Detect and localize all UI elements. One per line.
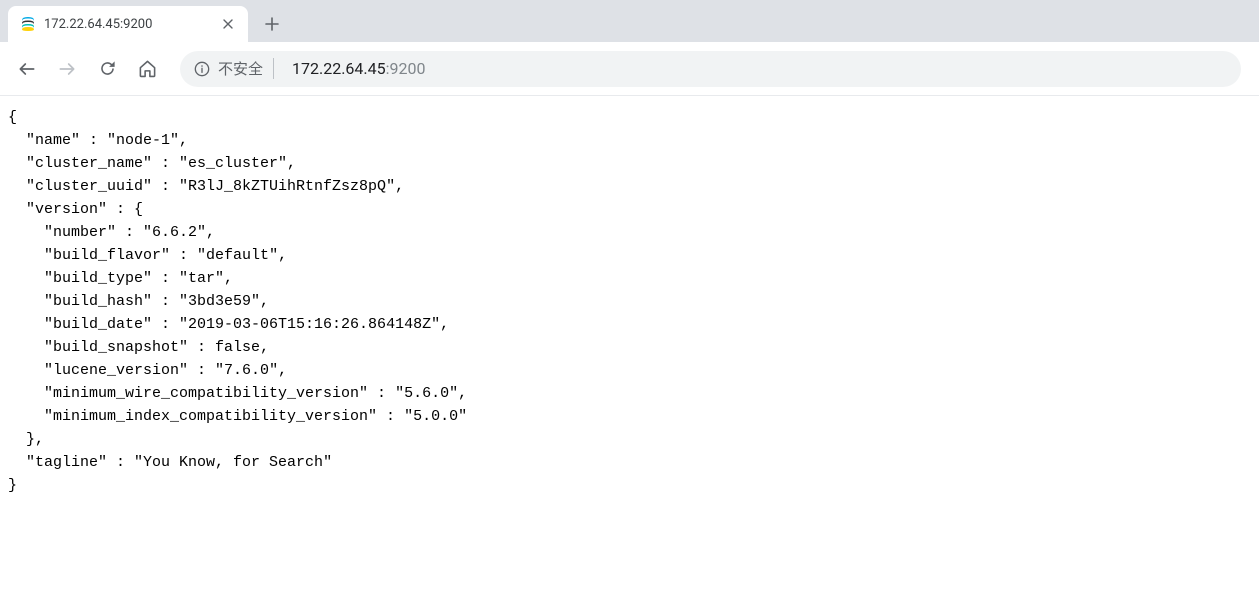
json-min-index-compat: 5.0.0 [413, 408, 458, 425]
json-name: node-1 [116, 132, 170, 149]
json-tagline: You Know, for Search [143, 454, 323, 471]
back-button[interactable] [10, 52, 44, 86]
elasticsearch-favicon-icon [20, 16, 36, 32]
json-build-snapshot: false [215, 339, 260, 356]
forward-button[interactable] [50, 52, 84, 86]
reload-icon [98, 59, 117, 78]
json-build-flavor: default [206, 247, 269, 264]
json-build-type: tar [188, 270, 215, 287]
url-host: 172.22.64.45 [292, 59, 386, 78]
json-cluster-uuid: R3lJ_8kZTUihRtnfZsz8pQ [188, 178, 386, 195]
arrow-left-icon [17, 59, 37, 79]
browser-toolbar: 不安全 172.22.64.45:9200 [0, 42, 1259, 96]
plus-icon [265, 17, 279, 31]
json-build-date: 2019-03-06T15:16:26.864148Z [188, 316, 431, 333]
security-label: 不安全 [218, 58, 263, 79]
browser-tab[interactable]: 172.22.64.45:9200 [8, 6, 248, 42]
arrow-right-icon [57, 59, 77, 79]
info-icon [194, 61, 210, 77]
close-icon [223, 19, 233, 29]
tab-strip: 172.22.64.45:9200 [0, 0, 1259, 42]
json-lucene-version: 7.6.0 [224, 362, 269, 379]
home-button[interactable] [130, 52, 164, 86]
url-text: 172.22.64.45:9200 [284, 59, 425, 78]
security-indicator[interactable]: 不安全 [194, 58, 274, 79]
address-bar[interactable]: 不安全 172.22.64.45:9200 [180, 51, 1241, 87]
json-version-number: 6.6.2 [152, 224, 197, 241]
new-tab-button[interactable] [258, 10, 286, 38]
json-cluster-name: es_cluster [188, 155, 278, 172]
close-tab-button[interactable] [220, 16, 236, 32]
response-body: { "name" : "node-1", "cluster_name" : "e… [0, 96, 1259, 507]
reload-button[interactable] [90, 52, 124, 86]
json-build-hash: 3bd3e59 [188, 293, 251, 310]
json-min-wire-compat: 5.6.0 [404, 385, 449, 402]
tab-title: 172.22.64.45:9200 [44, 17, 212, 32]
url-port: :9200 [386, 59, 426, 78]
home-icon [138, 59, 157, 78]
